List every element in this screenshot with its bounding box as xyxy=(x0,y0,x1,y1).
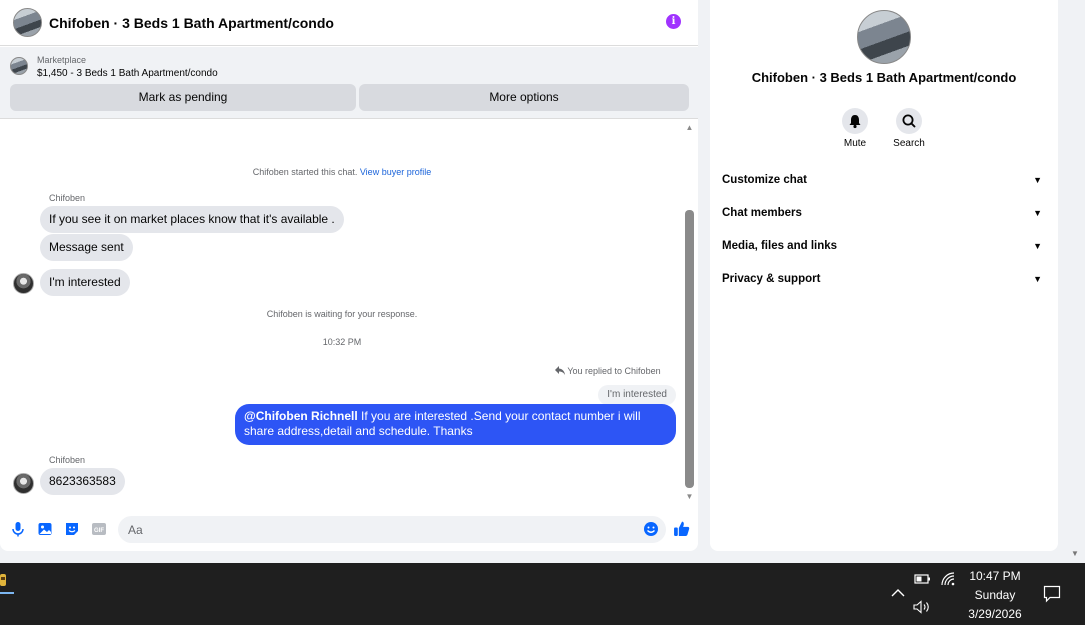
search-icon xyxy=(902,114,916,128)
row-label: Media, files and links xyxy=(722,240,838,252)
chat-title[interactable]: Chifoben · 3 Beds 1 Bath Apartment/condo xyxy=(49,15,334,31)
chat-info-title: Chifoben · 3 Beds 1 Bath Apartment/condo xyxy=(751,70,1017,85)
chevron-down-icon: ▼ xyxy=(1033,241,1042,251)
incoming-message[interactable]: Message sent xyxy=(40,234,133,261)
search-button[interactable] xyxy=(896,108,922,134)
sticker-icon[interactable] xyxy=(64,521,80,537)
chevron-down-icon: ▼ xyxy=(1033,208,1042,218)
scroll-up-arrow[interactable]: ▲ xyxy=(684,123,695,133)
replied-to-text: You replied to Chifoben xyxy=(567,366,661,376)
scroll-thumb[interactable] xyxy=(685,210,694,488)
replied-to-label: You replied to Chifoben xyxy=(555,366,661,376)
chat-info-avatar[interactable] xyxy=(857,10,911,64)
message-timestamp: 10:32 PM xyxy=(322,337,362,347)
image-icon[interactable] xyxy=(37,521,53,537)
listing-price-title[interactable]: $1,450 - 3 Beds 1 Bath Apartment/condo xyxy=(37,68,218,79)
mark-as-pending-button[interactable]: Mark as pending xyxy=(10,84,356,111)
sender-name: Chifoben xyxy=(49,193,86,203)
sender-avatar[interactable] xyxy=(13,473,34,494)
scroll-down-arrow[interactable]: ▼ xyxy=(684,492,695,502)
mute-label: Mute xyxy=(843,138,867,149)
taskbar-date[interactable]: 3/29/2026 xyxy=(960,607,1030,621)
chat-started-notice: Chifoben started this chat. View buyer p… xyxy=(0,167,684,177)
message-input[interactable] xyxy=(118,516,666,543)
chat-members-row[interactable]: Chat members ▼ xyxy=(722,202,1046,224)
svg-text:GIF: GIF xyxy=(94,528,104,534)
sender-avatar[interactable] xyxy=(13,273,34,294)
row-label: Chat members xyxy=(722,207,802,219)
more-options-button[interactable]: More options xyxy=(359,84,689,111)
incoming-message[interactable]: 8623363583 xyxy=(40,468,125,495)
taskbar-day[interactable]: Sunday xyxy=(960,588,1030,602)
info-icon[interactable]: i xyxy=(666,14,681,29)
media-files-links-row[interactable]: Media, files and links ▼ xyxy=(722,235,1046,257)
chevron-up-icon[interactable] xyxy=(891,588,905,598)
row-label: Customize chat xyxy=(722,174,807,186)
app-icon xyxy=(0,574,6,586)
chevron-down-icon: ▼ xyxy=(1033,274,1042,284)
search-label: Search xyxy=(893,138,925,149)
wifi-icon[interactable] xyxy=(940,571,956,587)
chat-started-text: Chifoben started this chat. xyxy=(252,167,358,177)
mention-tag[interactable]: @Chifoben Richnell xyxy=(244,409,358,423)
quoted-message[interactable]: I'm interested xyxy=(598,385,676,405)
chevron-down-icon: ▼ xyxy=(1033,175,1042,185)
sender-name: Chifoben xyxy=(49,455,86,465)
emoji-icon[interactable] xyxy=(643,521,659,537)
incoming-message[interactable]: If you see it on market places know that… xyxy=(40,206,344,233)
volume-icon[interactable] xyxy=(913,600,931,614)
waiting-notice: Chifoben is waiting for your response. xyxy=(266,309,418,319)
chat-avatar[interactable] xyxy=(13,8,42,37)
mic-icon[interactable] xyxy=(10,521,26,537)
bell-icon xyxy=(849,115,861,129)
incoming-message[interactable]: I'm interested xyxy=(40,269,130,296)
marketplace-label: Marketplace xyxy=(37,55,87,65)
row-label: Privacy & support xyxy=(722,273,821,285)
taskbar-app-button[interactable] xyxy=(0,570,14,594)
notification-icon[interactable] xyxy=(1043,585,1061,603)
mute-button[interactable] xyxy=(842,108,868,134)
battery-icon[interactable] xyxy=(914,573,932,585)
privacy-support-row[interactable]: Privacy & support ▼ xyxy=(722,268,1046,290)
like-icon[interactable] xyxy=(673,520,690,537)
outgoing-message[interactable]: @Chifoben Richnell If you are interested… xyxy=(235,404,676,445)
taskbar-time[interactable]: 10:47 PM xyxy=(960,569,1030,583)
reply-icon xyxy=(555,366,565,375)
page-scroll-down-arrow[interactable]: ▼ xyxy=(1071,549,1079,558)
customize-chat-row[interactable]: Customize chat ▼ xyxy=(722,169,1046,191)
listing-thumbnail[interactable] xyxy=(10,57,28,75)
gif-icon[interactable]: GIF xyxy=(91,521,107,537)
view-buyer-profile-link[interactable]: View buyer profile xyxy=(360,167,431,177)
